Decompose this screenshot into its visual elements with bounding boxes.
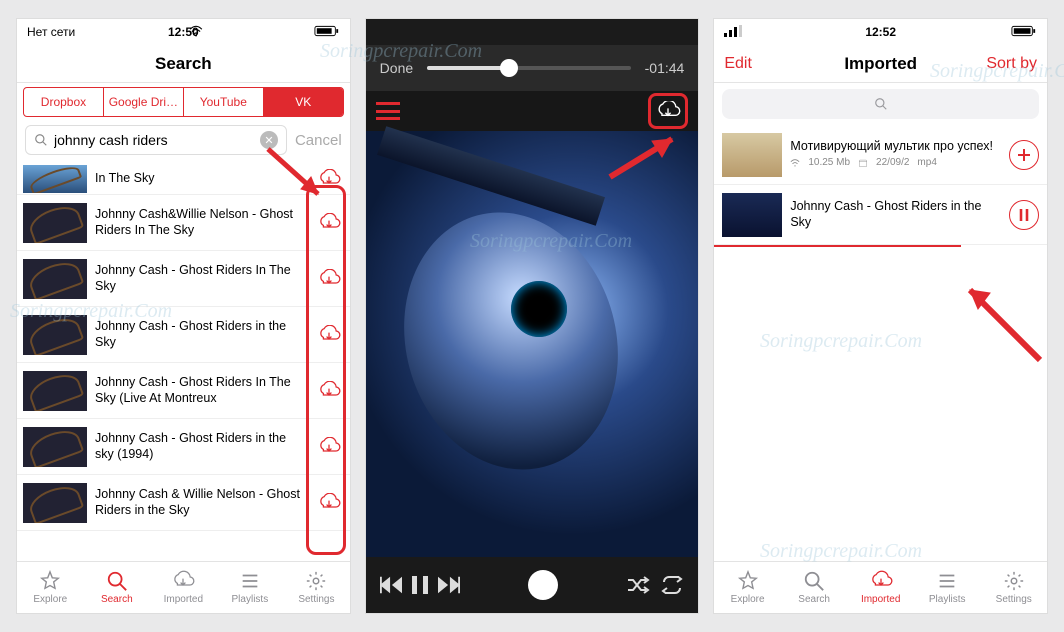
search-field[interactable] xyxy=(722,89,1039,119)
search-icon xyxy=(874,97,888,111)
tab-bar: Explore Search Imported Playlists Settin… xyxy=(714,561,1047,613)
battery-icon xyxy=(1011,25,1037,40)
result-title: Johnny Cash - Ghost Riders In The Sky (L… xyxy=(95,375,306,406)
tab-search[interactable]: Search xyxy=(781,562,848,613)
source-vk[interactable]: VK xyxy=(264,88,343,116)
download-button[interactable] xyxy=(648,93,688,129)
search-field[interactable]: ✕ xyxy=(25,125,287,155)
player-sub-bar xyxy=(366,91,699,131)
download-icon[interactable] xyxy=(314,376,344,406)
source-googledrive[interactable]: Google Dri… xyxy=(104,88,184,116)
result-thumb xyxy=(23,165,87,193)
imported-row[interactable]: Johnny Cash - Ghost Riders in the Sky xyxy=(714,185,1047,245)
tab-settings[interactable]: Settings xyxy=(980,562,1047,613)
download-icon[interactable] xyxy=(314,208,344,238)
result-thumb xyxy=(23,259,87,299)
plus-icon xyxy=(1017,148,1031,162)
result-row[interactable]: Johnny Cash & Willie Nelson - Ghost Ride… xyxy=(17,475,350,531)
tab-explore[interactable]: Explore xyxy=(714,562,781,613)
result-title: Johnny Cash - Ghost Riders in the sky (1… xyxy=(95,431,306,462)
tab-imported[interactable]: Imported xyxy=(847,562,914,613)
result-row[interactable]: Johnny Cash - Ghost Riders In The Sky xyxy=(17,251,350,307)
tab-bar: Explore Search Imported Playlists Settin… xyxy=(17,561,350,613)
imported-meta: 10.25 Mb 22/09/2 mp4 xyxy=(790,157,1001,170)
tab-playlists[interactable]: Playlists xyxy=(217,562,284,613)
result-title: Johnny Cash - Ghost Riders In The Sky xyxy=(95,263,306,294)
status-time: 12:50 xyxy=(168,25,199,39)
status-time: 12:52 xyxy=(865,25,896,39)
airplay-knob[interactable] xyxy=(528,570,558,600)
imported-thumb xyxy=(722,193,782,237)
pause-icon xyxy=(1018,209,1030,221)
result-title: Johnny Cash & Willie Nelson - Ghost Ride… xyxy=(95,487,306,518)
result-thumb xyxy=(23,315,87,355)
result-thumb xyxy=(23,483,87,523)
screen-imported: 12:52 Edit Imported Sort by Мотивирующий… xyxy=(713,18,1048,614)
pause-button[interactable] xyxy=(1009,200,1039,230)
screen-search: Нет сети 12:50 Search Dropbox Google Dri… xyxy=(16,18,351,614)
menu-icon[interactable] xyxy=(376,102,400,120)
calendar-small-icon xyxy=(858,158,868,168)
result-title: Johnny Cash - Ghost Riders in the Sky xyxy=(95,319,306,350)
player-top-bar: Done -01:44 xyxy=(366,45,699,91)
result-title: Johnny Cash&Willie Nelson - Ghost Riders… xyxy=(95,207,306,238)
header: Search xyxy=(17,45,350,83)
status-bar: Нет сети 12:50 xyxy=(17,19,350,45)
repeat-icon[interactable] xyxy=(660,576,684,594)
sortby-button[interactable]: Sort by xyxy=(986,55,1037,73)
source-youtube[interactable]: YouTube xyxy=(184,88,264,116)
imported-title: Мотивирующий мультик про успех! xyxy=(790,139,1001,155)
result-row[interactable]: Johnny Cash - Ghost Riders In The Sky (L… xyxy=(17,363,350,419)
video-area[interactable]: zdf.kultur xyxy=(366,131,699,557)
result-row[interactable]: Johnny Cash - Ghost Riders in the sky (1… xyxy=(17,419,350,475)
download-icon[interactable] xyxy=(314,264,344,294)
add-button[interactable] xyxy=(1009,140,1039,170)
carrier-text: Нет сети xyxy=(27,25,75,39)
source-dropbox[interactable]: Dropbox xyxy=(24,88,104,116)
signal-icon xyxy=(724,25,742,40)
source-tabs: Dropbox Google Dri… YouTube VK xyxy=(23,87,344,117)
player-controls xyxy=(366,557,699,613)
tab-explore[interactable]: Explore xyxy=(17,562,84,613)
download-progress xyxy=(714,245,960,247)
download-icon[interactable] xyxy=(314,320,344,350)
wifi-small-icon xyxy=(790,158,800,168)
done-button[interactable]: Done xyxy=(380,60,413,76)
time-remaining: -01:44 xyxy=(645,60,685,76)
header: Edit Imported Sort by xyxy=(714,45,1047,83)
download-icon[interactable] xyxy=(314,432,344,462)
imported-title: Johnny Cash - Ghost Riders in the Sky xyxy=(790,199,1001,230)
pause-icon[interactable] xyxy=(412,576,428,594)
next-icon[interactable] xyxy=(438,576,460,594)
shuffle-icon[interactable] xyxy=(626,576,650,594)
imported-thumb xyxy=(722,133,782,177)
result-thumb xyxy=(23,371,87,411)
screen-player: Done -01:44 zdf.kultur xyxy=(365,18,700,614)
prev-icon[interactable] xyxy=(380,576,402,594)
search-results: In The Sky Johnny Cash&Willie Nelson - G… xyxy=(17,163,350,561)
annotation-arrow xyxy=(950,275,1048,375)
download-icon[interactable] xyxy=(314,488,344,518)
annotation-arrow xyxy=(602,129,692,189)
result-row[interactable]: Johnny Cash - Ghost Riders in the Sky xyxy=(17,307,350,363)
tab-settings[interactable]: Settings xyxy=(283,562,350,613)
status-bar xyxy=(366,19,699,45)
search-icon xyxy=(34,133,48,147)
result-thumb xyxy=(23,203,87,243)
battery-icon xyxy=(314,25,340,40)
search-input[interactable] xyxy=(54,132,254,148)
imported-row[interactable]: Мотивирующий мультик про успех! 10.25 Mb… xyxy=(714,125,1047,185)
tab-search[interactable]: Search xyxy=(84,562,151,613)
annotation-arrow xyxy=(263,139,333,209)
status-bar: 12:52 xyxy=(714,19,1047,45)
page-title: Search xyxy=(155,54,212,74)
page-title: Imported xyxy=(844,54,917,74)
tab-imported[interactable]: Imported xyxy=(150,562,217,613)
tab-playlists[interactable]: Playlists xyxy=(914,562,981,613)
result-thumb xyxy=(23,427,87,467)
scrub-slider[interactable] xyxy=(427,66,631,70)
edit-button[interactable]: Edit xyxy=(724,55,752,73)
